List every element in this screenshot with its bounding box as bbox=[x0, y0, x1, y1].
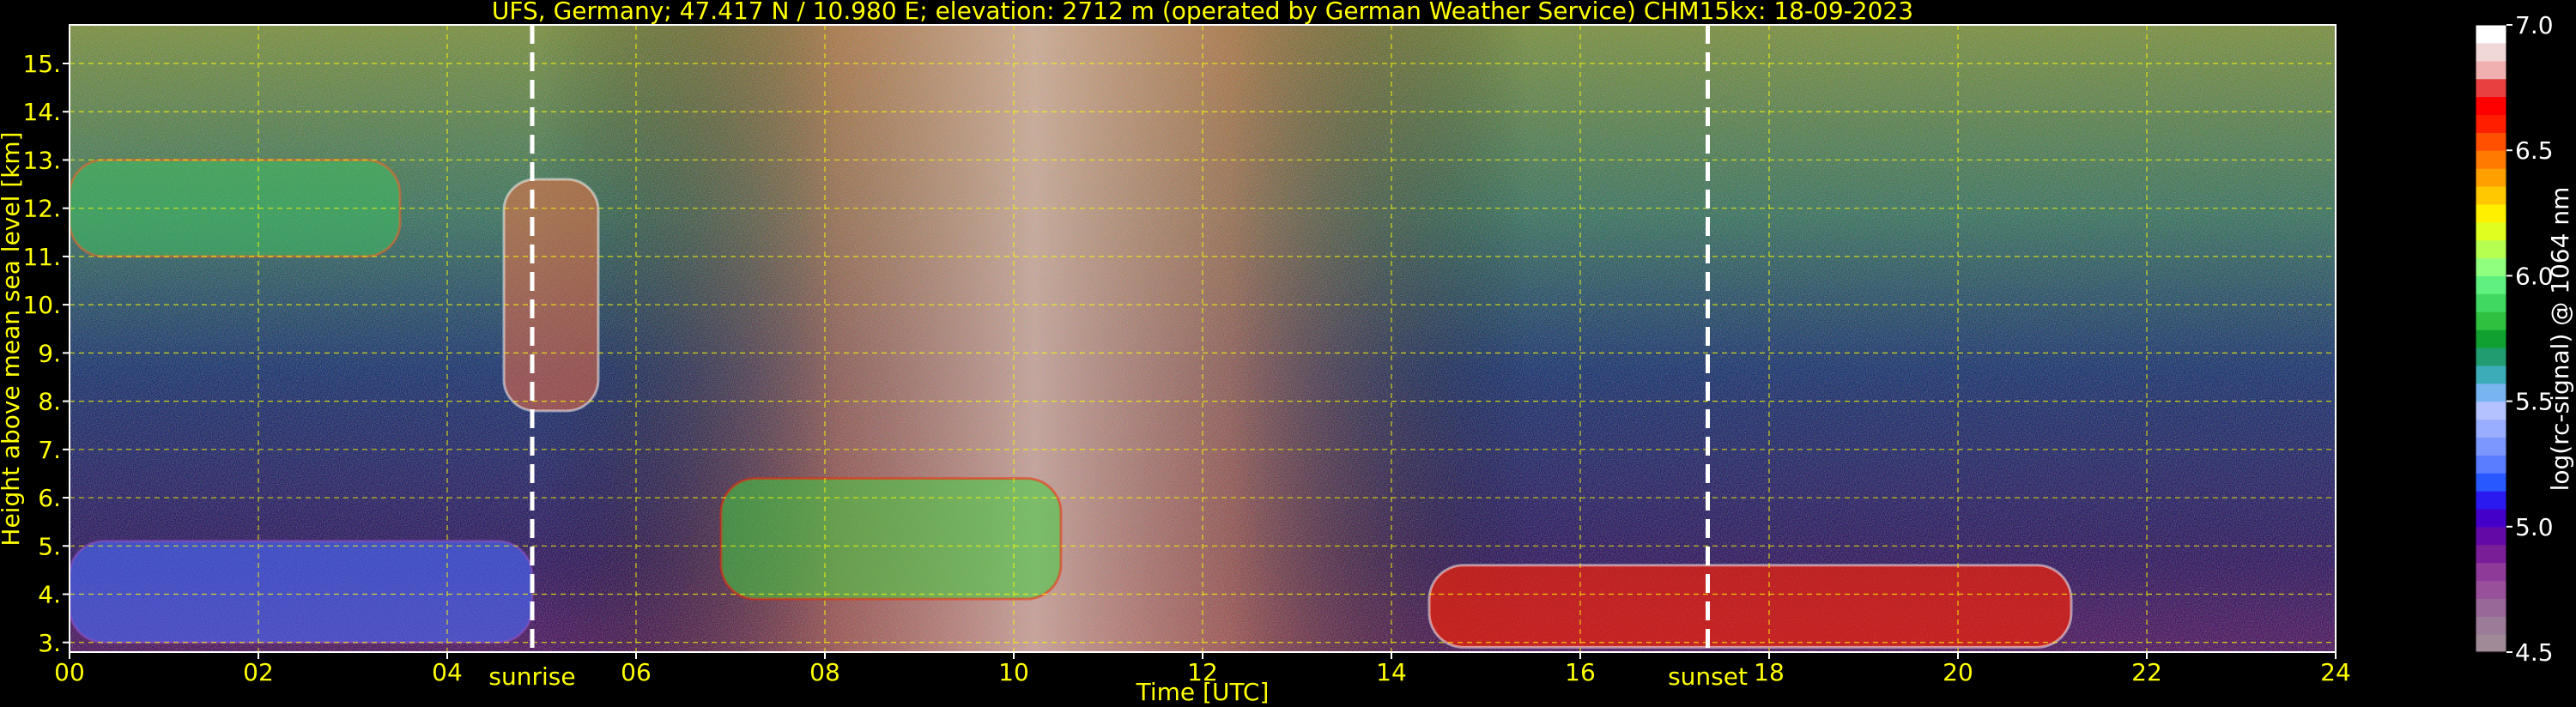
y-tick-label: 3. bbox=[38, 629, 61, 657]
colorbar-segment bbox=[2476, 257, 2506, 276]
colorbar-segment bbox=[2476, 347, 2506, 366]
colorbar-segment bbox=[2476, 293, 2506, 312]
colorbar-segment bbox=[2476, 580, 2506, 599]
colorbar-segment bbox=[2476, 60, 2506, 80]
colorbar-segment bbox=[2476, 275, 2506, 294]
y-axis-ticks: 3. 4. 5. 6. 7. 8. 9. 10. 11. 12. 13. 14. 15. bbox=[22, 50, 70, 657]
colorbar-segment bbox=[2476, 96, 2506, 116]
annotation-sunset-label: sunset bbox=[1668, 662, 1748, 691]
x-axis-label: Time [UTC] bbox=[1136, 678, 1270, 706]
colorbar-segment bbox=[2476, 185, 2506, 205]
x-tick-label: 24 bbox=[2320, 658, 2351, 686]
colorbar-segment bbox=[2476, 239, 2506, 259]
x-tick-label: 22 bbox=[2131, 658, 2162, 686]
feature-elevated-aerosol bbox=[70, 540, 534, 644]
y-tick-label: 5. bbox=[38, 532, 61, 560]
chart-title: UFS, Germany; 47.417 N / 10.980 E; eleva… bbox=[492, 0, 1913, 25]
x-tick-label: 08 bbox=[809, 658, 840, 686]
colorbar-segment bbox=[2476, 437, 2506, 456]
y-tick-label: 7. bbox=[38, 436, 61, 464]
feature-elevated-layer bbox=[719, 477, 1063, 601]
colorbar-segment bbox=[2476, 401, 2506, 420]
colorbar-segment bbox=[2476, 562, 2506, 582]
colorbar-segment bbox=[2476, 634, 2506, 653]
colorbar-segment bbox=[2476, 168, 2506, 187]
colorbar-segment bbox=[2476, 526, 2506, 546]
colorbar-segment bbox=[2476, 311, 2506, 330]
colorbar-tick-label: 5.0 bbox=[2515, 513, 2554, 541]
x-tick-label: 18 bbox=[1754, 658, 1785, 686]
x-tick-label: 10 bbox=[998, 658, 1029, 686]
colorbar-segment bbox=[2476, 221, 2506, 241]
y-tick-label: 11. bbox=[22, 243, 61, 271]
colorbar-segment bbox=[2476, 473, 2506, 492]
y-tick-label: 10. bbox=[22, 291, 61, 319]
colorbar-segment bbox=[2476, 598, 2506, 617]
y-tick-label: 14. bbox=[22, 98, 61, 126]
colorbar-segment bbox=[2476, 25, 2506, 44]
colorbar-segment bbox=[2476, 132, 2506, 151]
x-tick-label: 00 bbox=[54, 658, 85, 686]
colorbar-segment bbox=[2476, 419, 2506, 438]
colorbar-segment bbox=[2476, 508, 2506, 528]
colorbar-segment bbox=[2476, 616, 2506, 635]
colorbar-segment bbox=[2476, 383, 2506, 402]
y-axis-label: Height above mean sea level [km] bbox=[0, 131, 25, 546]
y-tick-label: 13. bbox=[22, 146, 61, 174]
x-tick-label: 04 bbox=[432, 658, 463, 686]
colorbar-tick-label: 7.0 bbox=[2515, 11, 2554, 39]
y-tick-label: 8. bbox=[38, 388, 61, 416]
x-tick-label: 02 bbox=[243, 658, 274, 686]
colorbar-tick-label: 4.5 bbox=[2515, 638, 2554, 667]
colorbar-segment bbox=[2476, 329, 2506, 348]
colorbar-segment bbox=[2476, 114, 2506, 133]
x-tick-label: 06 bbox=[621, 658, 652, 686]
colorbar-segment bbox=[2476, 455, 2506, 474]
colorbar-segment bbox=[2476, 491, 2506, 510]
feature-cirrus-fallstreak bbox=[502, 178, 600, 413]
feature-low-cloud bbox=[1427, 564, 2073, 649]
x-tick-label: 20 bbox=[1943, 658, 1973, 686]
colorbar: 4.55.05.56.06.57.0 bbox=[2475, 11, 2554, 667]
colorbar-segment bbox=[2476, 544, 2506, 564]
y-tick-label: 12. bbox=[22, 195, 61, 223]
y-tick-label: 15. bbox=[22, 50, 61, 78]
colorbar-segment bbox=[2476, 78, 2506, 98]
annotation-sunrise-label: sunrise bbox=[488, 662, 575, 691]
y-tick-label: 6. bbox=[38, 484, 61, 512]
colorbar-segment bbox=[2476, 203, 2506, 223]
ceilometer-figure: 00 02 04 06 08 10 12 14 16 18 20 22 24 3.4.5.6.7.8.9… bbox=[0, 0, 2574, 706]
y-tick-label: 4. bbox=[38, 581, 61, 609]
x-tick-label: 16 bbox=[1565, 658, 1596, 686]
y-tick-label: 9. bbox=[38, 339, 61, 367]
colorbar-segment bbox=[2476, 42, 2506, 62]
colorbar-segment bbox=[2476, 365, 2506, 384]
colorbar-segment bbox=[2476, 150, 2506, 169]
colorbar-tick-label: 6.5 bbox=[2515, 136, 2554, 165]
colorbar-label: log(rc-signal) @ 1064 nm bbox=[2546, 187, 2574, 492]
x-tick-label: 14 bbox=[1376, 658, 1407, 686]
